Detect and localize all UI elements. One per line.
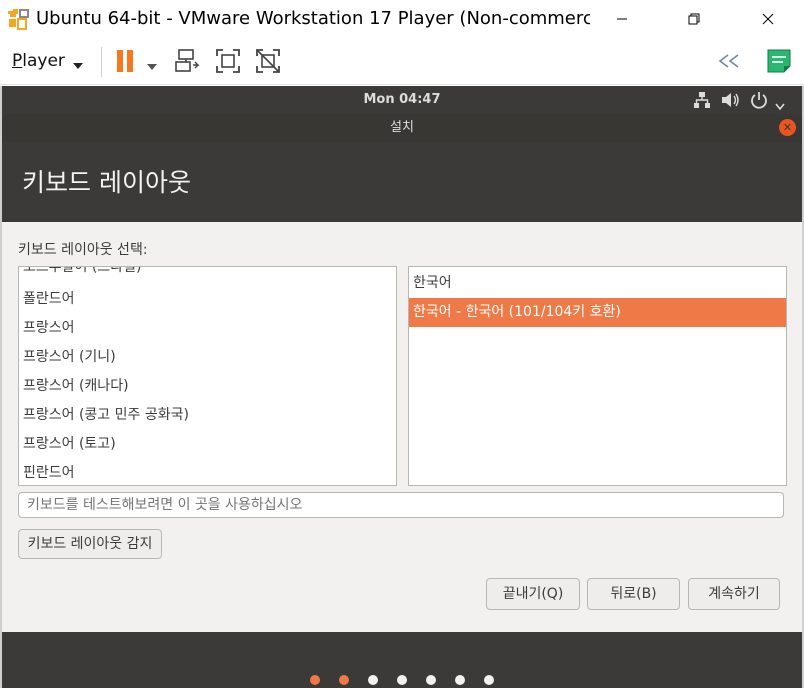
restore-button[interactable] bbox=[672, 4, 716, 34]
window-title: Ubuntu 64-bit - VMware Workstation 17 Pl… bbox=[36, 8, 590, 29]
player-menu-button[interactable]: Player bbox=[12, 51, 65, 71]
progress-dot bbox=[368, 675, 378, 685]
progress-dot-done bbox=[310, 675, 320, 685]
progress-dot bbox=[397, 675, 407, 685]
collapse-toolbar-button[interactable] bbox=[714, 46, 744, 76]
quit-button[interactable]: 끝내기(Q) bbox=[486, 578, 580, 610]
list-item[interactable]: 프랑스어 (콩고 민주 공화국) bbox=[19, 401, 396, 430]
volume-icon[interactable] bbox=[721, 91, 741, 113]
variant-list[interactable]: 한국어 한국어 - 한국어 (101/104키 호환) bbox=[408, 266, 787, 486]
progress-dot bbox=[484, 675, 494, 685]
minimize-icon bbox=[617, 18, 627, 20]
close-icon: ✕ bbox=[782, 121, 793, 134]
list-item[interactable]: 핀란드어 bbox=[19, 459, 396, 485]
pause-button[interactable] bbox=[110, 46, 140, 76]
list-item-selected[interactable]: 한국어 - 한국어 (101/104키 호환) bbox=[409, 298, 786, 327]
system-menu-chevron-icon[interactable] bbox=[775, 96, 785, 115]
layout-list[interactable]: 포르투갈어 (브라질) 폴란드어 프랑스어 프랑스어 (기니) 프랑스어 (캐나… bbox=[18, 266, 397, 486]
full-screen-button[interactable] bbox=[213, 46, 243, 76]
progress-dot bbox=[426, 675, 436, 685]
close-icon bbox=[762, 13, 774, 25]
installer-close-button[interactable]: ✕ bbox=[779, 119, 796, 136]
player-dropdown-icon[interactable] bbox=[72, 55, 84, 74]
page-title: 키보드 레이아웃 bbox=[22, 168, 191, 197]
detect-layout-button[interactable]: 키보드 레이아웃 감지 bbox=[18, 529, 162, 559]
note-icon bbox=[767, 49, 791, 73]
player-menu-label: layer bbox=[22, 51, 65, 71]
network-icon[interactable] bbox=[693, 91, 711, 113]
double-chevron-left-icon bbox=[718, 54, 739, 68]
list-item[interactable]: 포르투갈어 (브라질) bbox=[19, 267, 396, 282]
layout-select-label: 키보드 레이아웃 선택: bbox=[18, 242, 148, 258]
toolbar-divider bbox=[101, 47, 102, 77]
continue-button[interactable]: 계속하기 bbox=[688, 578, 780, 610]
list-item[interactable]: 프랑스어 bbox=[19, 314, 396, 343]
progress-dot-done bbox=[339, 675, 349, 685]
power-icon[interactable] bbox=[750, 91, 768, 113]
vmware-app-icon bbox=[6, 7, 30, 31]
minimize-button[interactable] bbox=[600, 4, 644, 34]
restore-icon bbox=[688, 13, 700, 25]
list-item[interactable]: 한국어 bbox=[409, 269, 786, 298]
installer-window-title: 설치 bbox=[390, 120, 414, 135]
unity-mode-icon bbox=[256, 49, 280, 73]
close-window-button[interactable] bbox=[746, 4, 790, 34]
panel-clock[interactable]: Mon 04:47 bbox=[0, 86, 804, 114]
list-item[interactable]: 프랑스어 (토고) bbox=[19, 430, 396, 459]
full-screen-icon bbox=[216, 49, 240, 73]
list-item[interactable]: 폴란드어 bbox=[19, 285, 396, 314]
power-dropdown-icon[interactable] bbox=[146, 56, 158, 75]
list-item[interactable]: 프랑스어 (캐나다) bbox=[19, 372, 396, 401]
send-ctrl-alt-del-button[interactable] bbox=[172, 46, 202, 76]
list-item[interactable]: 프랑스어 (기니) bbox=[19, 343, 396, 372]
pause-icon bbox=[117, 50, 133, 72]
progress-dot bbox=[455, 675, 465, 685]
player-menu-mnemonic: P bbox=[12, 51, 23, 71]
unity-mode-button[interactable] bbox=[253, 46, 283, 76]
keyboard-test-input[interactable] bbox=[18, 492, 784, 518]
network-send-keys-icon bbox=[175, 49, 200, 72]
back-button[interactable]: 뒤로(B) bbox=[587, 578, 680, 610]
notes-button[interactable] bbox=[764, 46, 794, 76]
